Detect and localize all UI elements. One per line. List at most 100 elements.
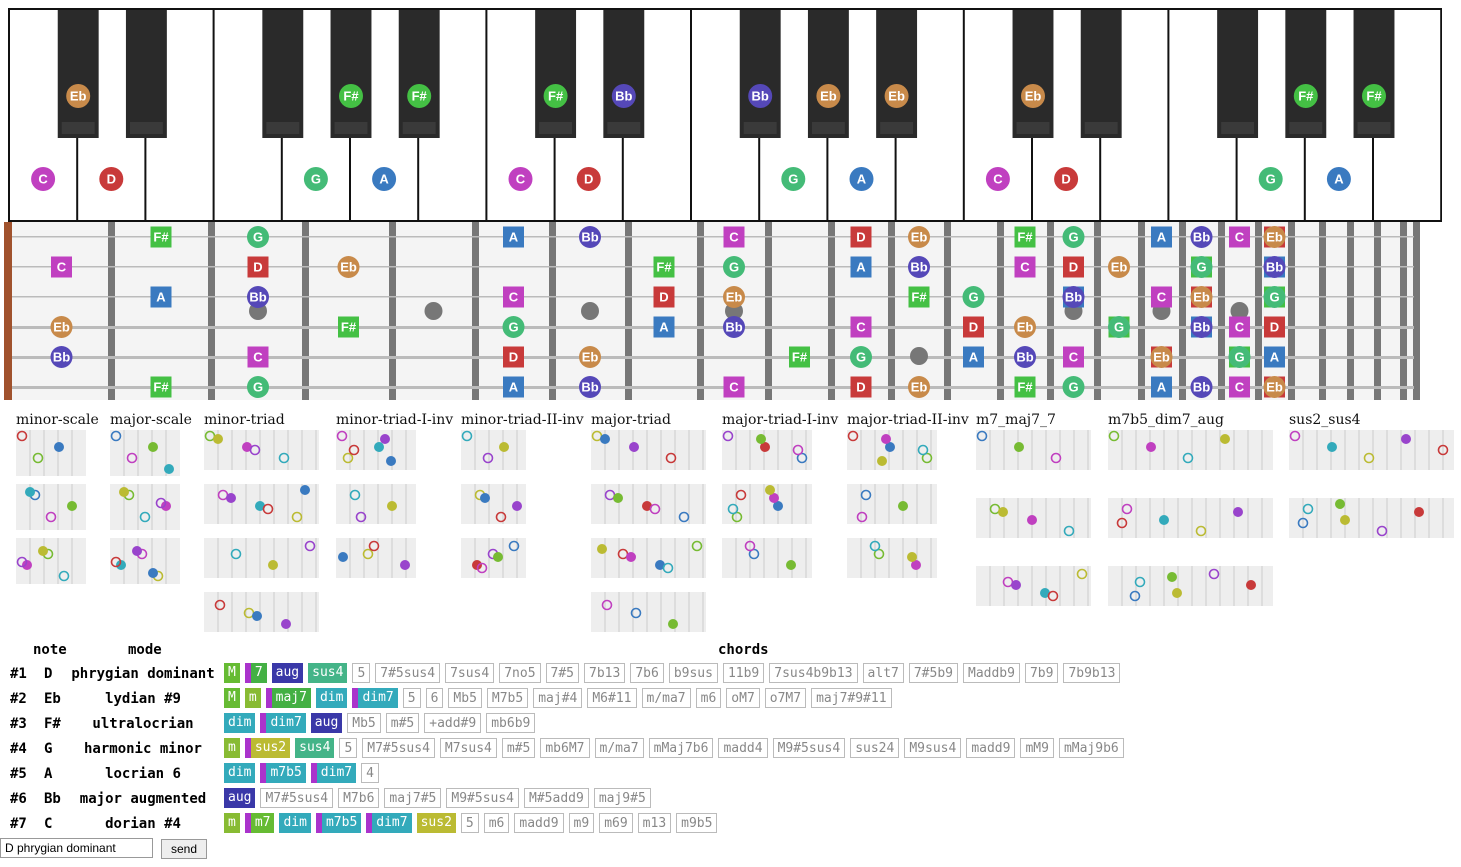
chord-chip[interactable]: m: [244, 688, 261, 708]
black-key[interactable]: [262, 10, 304, 138]
chord-chip[interactable]: aug: [310, 713, 343, 733]
piano-keyboard[interactable]: C D G A C D G A C D G A Eb F# F# F# Bb Bb Eb Eb Eb F# F#: [8, 8, 1442, 222]
chord-chip[interactable]: Mb5: [448, 688, 482, 708]
chord-chip[interactable]: m13: [637, 813, 672, 833]
chord-chip[interactable]: b9sus: [668, 663, 718, 683]
black-key[interactable]: [876, 10, 918, 138]
fretboard[interactable]: F# G A Bb C D Eb F# G A Bb C D Eb C D Eb F# G A Bb C D Eb F# G A Bb…: [0, 222, 1461, 402]
chord-chip[interactable]: M7b6: [338, 788, 380, 808]
black-key[interactable]: [1353, 10, 1395, 138]
chord-chip[interactable]: dim7: [310, 763, 357, 783]
chord-chip[interactable]: Mb5: [347, 713, 381, 733]
chord-chip[interactable]: M7sus4: [439, 738, 497, 758]
chord-chip[interactable]: dim: [279, 813, 311, 833]
chord-chip[interactable]: M9sus4: [904, 738, 962, 758]
black-key[interactable]: [398, 10, 440, 138]
chord-chip[interactable]: 7b9: [1024, 663, 1059, 683]
chord-chip[interactable]: M7#5sus4: [362, 738, 435, 758]
chord-chip[interactable]: m7b5: [315, 813, 362, 833]
chord-chip[interactable]: m: [224, 813, 240, 833]
chord-chip[interactable]: dim7: [366, 813, 412, 833]
chord-chip[interactable]: 5: [460, 813, 479, 833]
chord-chip[interactable]: 7#5sus4: [375, 663, 441, 683]
chord-chip[interactable]: M7#5sus4: [260, 788, 334, 808]
chord-chip[interactable]: 7sus4b9b13: [769, 663, 858, 683]
chord-chip[interactable]: m7: [244, 813, 275, 833]
chord-chip[interactable]: madd9: [966, 738, 1016, 758]
chord-chip[interactable]: +add#9: [424, 713, 482, 733]
chord-chip[interactable]: m6: [483, 813, 510, 833]
chord-chip[interactable]: M: [224, 663, 240, 683]
chord-chip[interactable]: M6#11: [587, 688, 637, 708]
chord-chip[interactable]: Maddb9: [963, 663, 1020, 683]
chord-chip[interactable]: 11b9: [722, 663, 765, 683]
chord-chip[interactable]: 5: [339, 738, 358, 758]
black-key[interactable]: [57, 10, 99, 138]
black-key[interactable]: [330, 10, 372, 138]
chord-chip[interactable]: m/ma7: [594, 738, 644, 758]
chord-chip[interactable]: m69: [599, 813, 633, 833]
chord-chip[interactable]: maj7#9#11: [811, 688, 892, 708]
chord-chip[interactable]: m#5: [385, 713, 420, 733]
chord-chip[interactable]: 4: [361, 763, 379, 783]
chord-chip[interactable]: M9#5sus4: [446, 788, 520, 808]
chord-chip[interactable]: sus2: [416, 813, 456, 833]
chord-chip[interactable]: mb6M7: [540, 738, 590, 758]
chord-chip[interactable]: dim7: [260, 713, 306, 733]
chord-chip[interactable]: maj#4: [533, 688, 583, 708]
chord-chip[interactable]: m/ma7: [641, 688, 691, 708]
chord-chip[interactable]: o7M7: [764, 688, 807, 708]
chord-chip[interactable]: M: [224, 688, 240, 708]
mode-input[interactable]: [0, 838, 153, 858]
chord-chip[interactable]: madd9: [514, 813, 564, 833]
chord-chip[interactable]: 7b13: [584, 663, 626, 683]
chord-chip[interactable]: sus2: [244, 738, 291, 758]
chord-chip[interactable]: m7b5: [260, 763, 306, 783]
chord-chip[interactable]: sus4: [295, 738, 335, 758]
black-key[interactable]: [535, 10, 577, 138]
send-button[interactable]: send: [161, 839, 207, 859]
chord-chip[interactable]: dim7: [352, 688, 398, 708]
chord-chip[interactable]: m9b5: [676, 813, 718, 833]
chord-chip[interactable]: M7b5: [486, 688, 529, 708]
black-key[interactable]: [125, 10, 167, 138]
chord-chip[interactable]: sus4: [308, 663, 348, 683]
chord-chip[interactable]: 7: [244, 663, 267, 683]
chord-chip[interactable]: m#5: [501, 738, 536, 758]
chord-chip[interactable]: 7b9b13: [1063, 663, 1121, 683]
chord-chip[interactable]: M#5add9: [524, 788, 589, 808]
chord-chip[interactable]: mMaj9b6: [1058, 738, 1124, 758]
chord-chip[interactable]: maj7: [265, 688, 311, 708]
chord-chip[interactable]: sus24: [850, 738, 900, 758]
chord-chip[interactable]: M9#5sus4: [772, 738, 846, 758]
chord-chip[interactable]: mb6b9: [486, 713, 536, 733]
chord-chip[interactable]: 7b6: [630, 663, 664, 683]
chord-chip[interactable]: aug: [224, 788, 256, 808]
chord-chip[interactable]: 7#5: [545, 663, 580, 683]
chord-chip[interactable]: alt7: [862, 663, 904, 683]
black-key[interactable]: [1285, 10, 1327, 138]
black-key[interactable]: [1012, 10, 1054, 138]
black-key[interactable]: [739, 10, 781, 138]
chord-chip[interactable]: dim: [224, 713, 256, 733]
chord-chip[interactable]: maj7#5: [384, 788, 442, 808]
black-key[interactable]: [603, 10, 645, 138]
chord-chip[interactable]: madd4: [718, 738, 768, 758]
chord-chip[interactable]: maj9#5: [593, 788, 651, 808]
chord-chip[interactable]: mM9: [1020, 738, 1054, 758]
chord-chip[interactable]: m6: [695, 688, 722, 708]
chord-chip[interactable]: oM7: [726, 688, 760, 708]
black-key[interactable]: [807, 10, 849, 138]
chord-chip[interactable]: aug: [271, 663, 304, 683]
chord-chip[interactable]: 6: [425, 688, 444, 708]
chord-chip[interactable]: 5: [352, 663, 371, 683]
black-key[interactable]: [1080, 10, 1122, 138]
chord-chip[interactable]: 5: [402, 688, 421, 708]
chord-chip[interactable]: m9: [568, 813, 595, 833]
chord-chip[interactable]: dim: [224, 763, 256, 783]
chord-chip[interactable]: 7#5b9: [908, 663, 958, 683]
chord-chip[interactable]: dim: [315, 688, 348, 708]
black-key[interactable]: [1217, 10, 1259, 138]
chord-chip[interactable]: mMaj7b6: [648, 738, 714, 758]
chord-chip[interactable]: m: [224, 738, 240, 758]
